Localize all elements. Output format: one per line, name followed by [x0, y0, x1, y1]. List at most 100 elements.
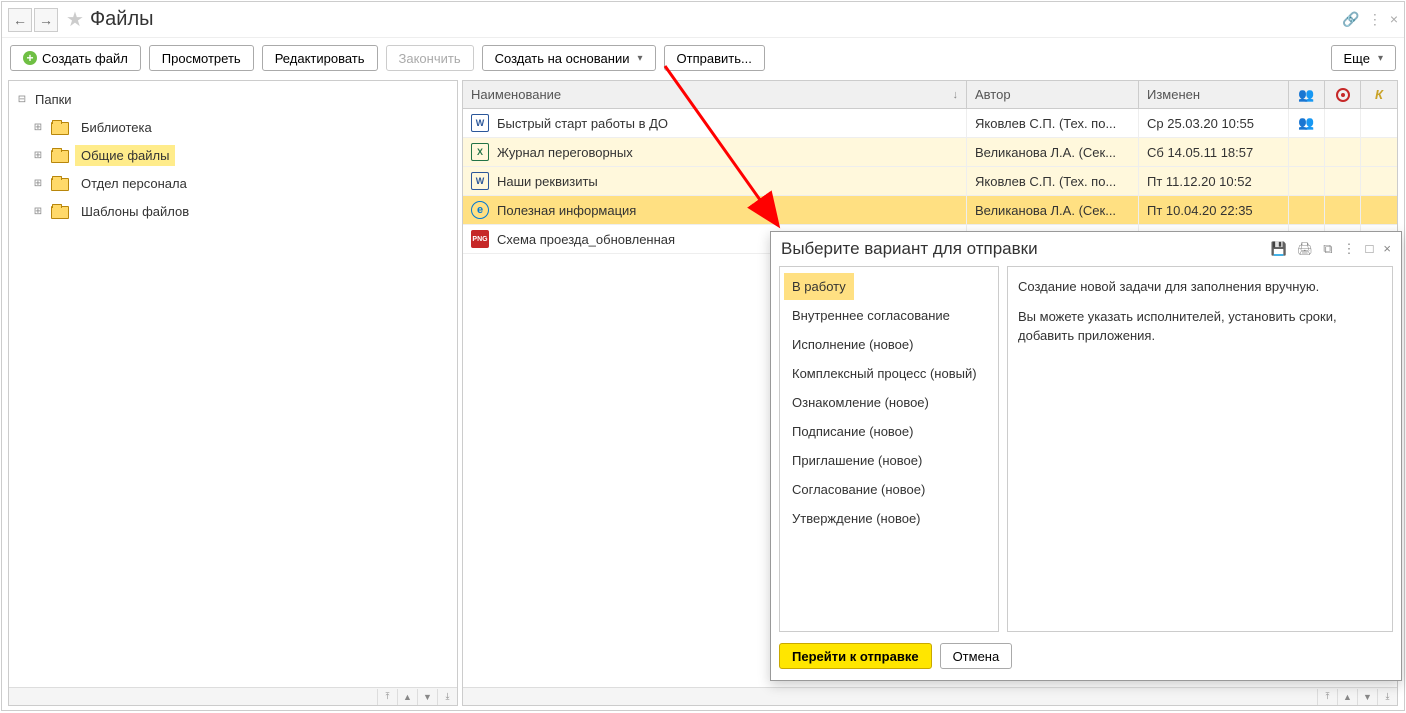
- edit-button[interactable]: Редактировать: [262, 45, 378, 71]
- plus-icon: +: [23, 51, 37, 65]
- folder-icon: [51, 204, 69, 218]
- popup-icon[interactable]: ⧉: [1323, 241, 1332, 257]
- dialog-footer: Перейти к отправке Отмена: [771, 640, 1401, 680]
- table-row[interactable]: e Полезная информация Великанова Л.А. (Сек…: [463, 196, 1397, 225]
- file-k: [1361, 109, 1397, 137]
- file-people: [1289, 196, 1325, 224]
- scroll-down-icon[interactable]: ▼: [417, 689, 437, 705]
- col-modified[interactable]: Изменен: [1139, 81, 1289, 108]
- scroll-down-icon[interactable]: ▼: [1357, 689, 1377, 705]
- table-row[interactable]: XЖурнал переговорныхВеликанова Л.А. (Сек…: [463, 138, 1397, 167]
- close-icon[interactable]: ×: [1383, 241, 1391, 257]
- file-author: Великанова Л.А. (Сек...: [967, 196, 1139, 224]
- send-option[interactable]: Приглашение (новое): [784, 447, 994, 474]
- col-name[interactable]: Наименование↓: [463, 81, 967, 108]
- send-option[interactable]: Подписание (новое): [784, 418, 994, 445]
- send-option[interactable]: Утверждение (новое): [784, 505, 994, 532]
- expand-icon[interactable]: [31, 178, 45, 189]
- finish-button: Закончить: [386, 45, 474, 71]
- expand-icon[interactable]: [31, 150, 45, 161]
- file-modified: Ср 25.03.20 10:55: [1139, 109, 1289, 137]
- send-option[interactable]: Ознакомление (новое): [784, 389, 994, 416]
- send-button[interactable]: Отправить...: [664, 45, 765, 71]
- file-people: 👥: [1289, 109, 1325, 137]
- dialog-titlebar: Выберите вариант для отправки 💾 🖨 ⧉ ⋮ □ …: [771, 232, 1401, 266]
- scroll-bottom-icon[interactable]: ⤓: [1377, 689, 1397, 705]
- page-title: Файлы: [90, 8, 154, 31]
- scroll-top-icon[interactable]: ⤒: [1317, 689, 1337, 705]
- folder-icon: [51, 148, 69, 162]
- file-name: Схема проезда_обновленная: [497, 232, 675, 247]
- more-button[interactable]: Еще: [1331, 45, 1396, 71]
- tree-item-templates[interactable]: Шаблоны файлов: [9, 197, 457, 225]
- expand-icon[interactable]: [31, 122, 45, 133]
- table-header: Наименование↓ Автор Изменен 👥 К: [463, 81, 1397, 109]
- create-file-button[interactable]: +Создать файл: [10, 45, 141, 71]
- main-scroll: ⤒ ▲ ▼ ⤓: [463, 687, 1397, 705]
- more-icon[interactable]: ⋮: [1368, 11, 1382, 28]
- close-icon[interactable]: ×: [1390, 11, 1398, 28]
- tree-item-shared[interactable]: Общие файлы: [9, 141, 457, 169]
- link-icon[interactable]: 🔗: [1342, 11, 1359, 28]
- file-author: Великанова Л.А. (Сек...: [967, 138, 1139, 166]
- scroll-up-icon[interactable]: ▲: [397, 689, 417, 705]
- table-row[interactable]: WНаши реквизитыЯковлев С.П. (Тех. по...П…: [463, 167, 1397, 196]
- col-seal[interactable]: [1325, 81, 1361, 108]
- toolbar: +Создать файл Просмотреть Редактировать …: [2, 38, 1404, 78]
- send-option[interactable]: Внутреннее согласование: [784, 302, 994, 329]
- tree-item-hr[interactable]: Отдел персонала: [9, 169, 457, 197]
- seal-icon: [1336, 88, 1350, 102]
- file-people: [1289, 138, 1325, 166]
- col-k[interactable]: К: [1361, 81, 1397, 108]
- send-option[interactable]: Исполнение (новое): [784, 331, 994, 358]
- file-modified: Пт 10.04.20 22:35: [1139, 196, 1289, 224]
- back-button[interactable]: ←: [8, 8, 32, 32]
- people-icon: 👥: [1298, 87, 1314, 103]
- scroll-bottom-icon[interactable]: ⤓: [437, 689, 457, 705]
- maximize-icon[interactable]: □: [1366, 241, 1374, 257]
- col-people[interactable]: 👥: [1289, 81, 1325, 108]
- file-author: Яковлев С.П. (Тех. по...: [967, 109, 1139, 137]
- folder-icon: [51, 176, 69, 190]
- expand-icon[interactable]: [31, 206, 45, 217]
- folder-tree-panel: Папки Библиотека Общие файлы Отдел персо…: [8, 80, 458, 706]
- file-k: [1361, 167, 1397, 195]
- proceed-button[interactable]: Перейти к отправке: [779, 643, 932, 669]
- file-name: Наши реквизиты: [497, 174, 598, 189]
- png-file-icon: PNG: [471, 230, 489, 248]
- people-icon: 👥: [1298, 115, 1314, 131]
- forward-button[interactable]: →: [34, 8, 58, 32]
- scroll-up-icon[interactable]: ▲: [1337, 689, 1357, 705]
- tree-root[interactable]: Папки: [9, 85, 457, 113]
- file-seal: [1325, 109, 1361, 137]
- print-icon[interactable]: 🖨: [1297, 241, 1314, 257]
- k-icon: К: [1375, 87, 1383, 102]
- tree-item-library[interactable]: Библиотека: [9, 113, 457, 141]
- options-list: В работуВнутреннее согласованиеИсполнени…: [779, 266, 999, 632]
- file-name: Полезная информация: [497, 203, 636, 218]
- create-based-button[interactable]: Создать на основании: [482, 45, 656, 71]
- view-button[interactable]: Просмотреть: [149, 45, 254, 71]
- scroll-top-icon[interactable]: ⤒: [377, 689, 397, 705]
- favorite-icon[interactable]: ★: [66, 7, 84, 32]
- file-modified: Сб 14.05.11 18:57: [1139, 138, 1289, 166]
- edge-file-icon: e: [471, 201, 489, 219]
- titlebar: ← → ★ Файлы 🔗 ⋮ ×: [2, 2, 1404, 38]
- file-k: [1361, 196, 1397, 224]
- file-author: Яковлев С.П. (Тех. по...: [967, 167, 1139, 195]
- file-seal: [1325, 138, 1361, 166]
- col-author[interactable]: Автор: [967, 81, 1139, 108]
- send-option[interactable]: В работу: [784, 273, 854, 300]
- sort-asc-icon: ↓: [953, 89, 959, 101]
- table-row[interactable]: WБыстрый старт работы в ДОЯковлев С.П. (…: [463, 109, 1397, 138]
- send-option[interactable]: Комплексный процесс (новый): [784, 360, 994, 387]
- save-icon[interactable]: 💾: [1271, 241, 1287, 257]
- description-line: Создание новой задачи для заполнения вру…: [1018, 277, 1382, 297]
- send-option[interactable]: Согласование (новое): [784, 476, 994, 503]
- more-icon[interactable]: ⋮: [1343, 241, 1356, 257]
- file-people: [1289, 167, 1325, 195]
- excel-file-icon: X: [471, 143, 489, 161]
- collapse-icon[interactable]: [15, 94, 29, 105]
- folder-icon: [51, 120, 69, 134]
- cancel-button[interactable]: Отмена: [940, 643, 1013, 669]
